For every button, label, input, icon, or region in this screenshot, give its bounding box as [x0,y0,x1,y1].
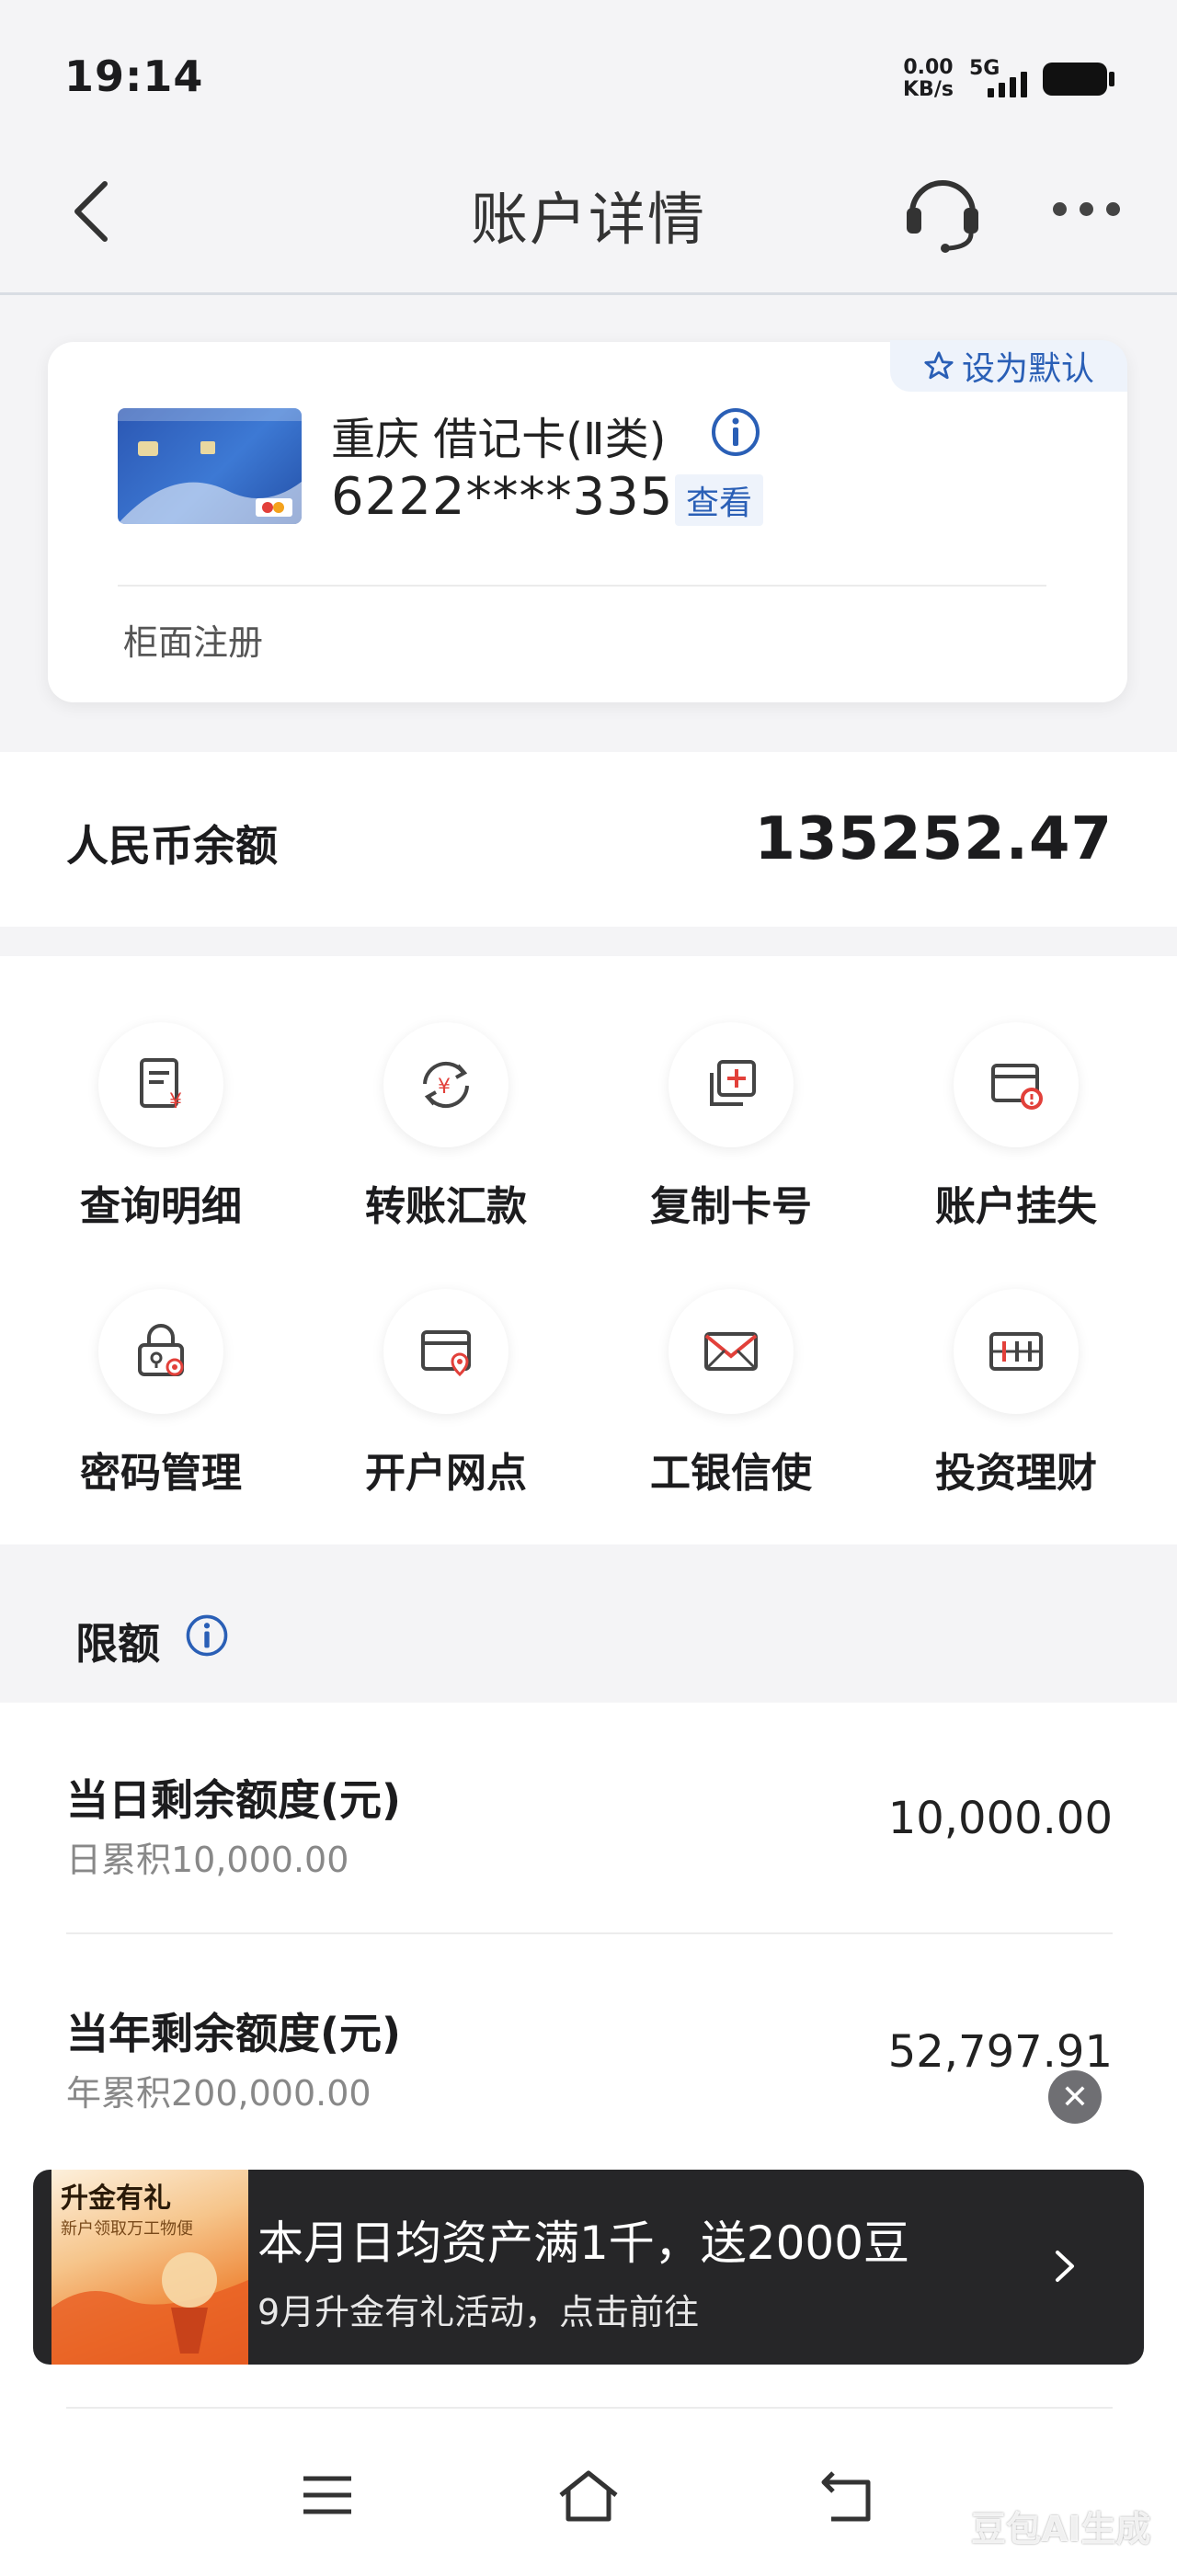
svg-text:¥: ¥ [169,1090,182,1113]
balance-label: 人民币余额 [66,821,278,871]
promo-image-title: 升金有礼 [61,2183,171,2215]
network-speed-value: 0.00 [903,56,954,79]
copy-icon [668,1022,794,1147]
star-icon [924,351,954,380]
report-loss-icon [954,1022,1079,1147]
password-icon [98,1289,223,1414]
function-investment[interactable]: 投资理财 [874,1289,1159,1499]
function-transfer[interactable]: ¥ 转账汇款 [303,1022,588,1232]
home-icon[interactable] [555,2469,622,2528]
limit-section-header [0,1572,1177,1703]
battery-cap [1109,72,1114,86]
function-label: 复制卡号 [650,1183,812,1230]
bottom-divider [66,2407,1113,2409]
card-number: 6222****3350 [331,467,708,527]
function-label: 密码管理 [80,1450,242,1497]
set-default-label: 设为默认 [961,350,1094,388]
view-card-number-button[interactable]: 查看 [675,474,763,526]
function-label: 开户网点 [365,1450,527,1497]
balance-value: 135252.47 [754,805,1113,873]
daily-limit-title: 当日剩余额度(元) [66,1775,402,1825]
promo-subtitle: 9月升金有礼活动，点击前往 [257,2292,700,2332]
limit-info-icon[interactable] [184,1613,230,1658]
network-speed-unit: KB/s [903,78,954,101]
svg-text:¥: ¥ [438,1076,451,1099]
set-default-button[interactable]: 设为默认 [890,340,1127,392]
more-icon[interactable] [1053,202,1120,216]
function-report-loss[interactable]: 账户挂失 [874,1022,1159,1232]
statement-icon: ¥ [98,1022,223,1147]
function-grid: ¥ 查询明细 ¥ 转账汇款 复制卡号 账户挂失 密码管理 开户网点 工银信使 投… [0,956,1177,1544]
function-label: 查询明细 [80,1183,242,1230]
card-divider [118,585,1046,587]
info-icon[interactable] [710,406,761,458]
network-speed: 0.00 KB/s [903,57,954,101]
function-copy-card[interactable]: 复制卡号 [588,1022,874,1232]
battery-icon [1043,63,1107,96]
bank-card-image [118,408,302,524]
registration-channel: 柜面注册 [123,622,264,663]
promo-image-subtitle: 新户领取万工物便 [61,2219,193,2239]
status-time: 19:14 [64,51,204,101]
watermark: 豆包AI生成 [971,2509,1151,2549]
envelope-icon [668,1289,794,1414]
function-statement[interactable]: ¥ 查询明细 [18,1022,303,1232]
card-name: 重庆 借记卡(Ⅱ类) [331,414,667,465]
daily-limit-accumulated: 日累积10,000.00 [66,1840,349,1880]
transfer-icon: ¥ [383,1022,509,1147]
function-label: 账户挂失 [935,1183,1097,1230]
function-password[interactable]: 密码管理 [18,1289,303,1499]
function-messenger[interactable]: 工银信使 [588,1289,874,1499]
customer-service-icon[interactable] [901,165,984,257]
row-divider [66,1932,1113,1934]
function-label: 工银信使 [650,1450,812,1497]
yearly-limit-value: 52,797.91 [887,2026,1113,2078]
page-title: 账户详情 [470,186,706,253]
promo-title: 本月日均资产满1千，送2000豆 [257,2217,910,2270]
daily-limit-value: 10,000.00 [887,1793,1113,1844]
function-label: 转账汇款 [365,1183,527,1230]
menu-icon[interactable] [300,2469,355,2525]
close-banner-icon[interactable]: ✕ [1048,2070,1102,2124]
investment-icon [954,1289,1079,1414]
yearly-limit-accumulated: 年累积200,000.00 [66,2073,371,2114]
function-branch[interactable]: 开户网点 [303,1289,588,1499]
branch-location-icon [383,1289,509,1414]
limit-title: 限额 [75,1619,160,1669]
chevron-right-icon[interactable] [1048,2243,1081,2289]
back-nav-icon[interactable] [820,2469,879,2528]
signal-icon [988,66,1027,97]
yearly-limit-title: 当年剩余额度(元) [66,2009,402,2058]
function-label: 投资理财 [935,1450,1097,1497]
